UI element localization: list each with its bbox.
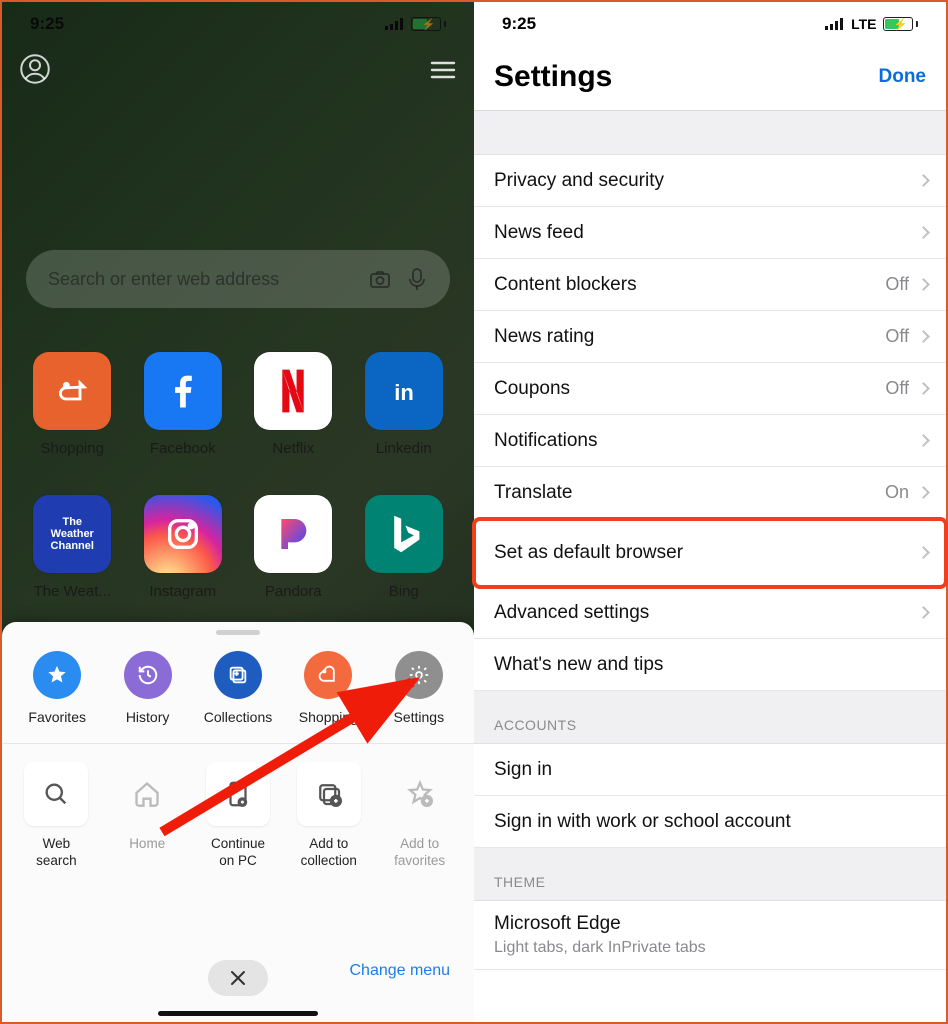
tools-row: Websearch Home Continueon PC Add tocolle… [2, 762, 474, 870]
app-linkedin[interactable]: in Linkedin [360, 352, 449, 457]
chevron-right-icon [917, 486, 930, 499]
row-whats-new[interactable]: What's new and tips [474, 639, 946, 691]
row-set-default-browser[interactable]: Set as default browser [474, 519, 946, 587]
search-bar[interactable]: Search or enter web address [26, 250, 450, 308]
row-advanced-settings[interactable]: Advanced settings [474, 587, 946, 639]
sheet-grabber[interactable] [216, 630, 260, 635]
home-indicator[interactable] [158, 1011, 318, 1016]
camera-icon[interactable] [368, 267, 392, 291]
theme-list: Microsoft Edge Light tabs, dark InPrivat… [474, 901, 946, 970]
settings-button[interactable]: Settings [376, 651, 462, 725]
row-coupons[interactable]: Coupons Off [474, 363, 946, 415]
continue-on-pc-button[interactable]: Continueon PC [198, 762, 279, 870]
section-header-accounts: ACCOUNTS [474, 691, 946, 744]
speed-dial-grid: Shopping Facebook Netflix in Linkedin Th… [28, 352, 448, 600]
app-instagram[interactable]: Instagram [139, 495, 228, 600]
value: Off [885, 326, 909, 347]
sheet-footer: Change menu [2, 948, 474, 1022]
app-netflix[interactable]: Netflix [249, 352, 338, 457]
status-time: 9:25 [502, 14, 536, 34]
settings-list: Privacy and security News feed Content b… [474, 155, 946, 691]
app-pandora[interactable]: Pandora [249, 495, 338, 600]
chevron-right-icon [917, 606, 930, 619]
close-sheet-button[interactable] [208, 960, 268, 996]
row-content-blockers[interactable]: Content blockers Off [474, 259, 946, 311]
row-privacy-security[interactable]: Privacy and security [474, 155, 946, 207]
history-button[interactable]: History [104, 651, 190, 725]
right-screen-settings: 9:25 LTE ⚡ Settings Done Privacy and sec… [474, 2, 946, 1022]
collections-button[interactable]: Collections [195, 651, 281, 725]
app-facebook[interactable]: Facebook [139, 352, 228, 457]
section-header-theme: THEME [474, 848, 946, 901]
microphone-icon[interactable] [406, 267, 428, 291]
row-notifications[interactable]: Notifications [474, 415, 946, 467]
divider [2, 743, 474, 744]
chevron-right-icon [917, 546, 930, 559]
favorites-button[interactable]: Favorites [14, 651, 100, 725]
add-to-collection-button[interactable]: Add tocollection [288, 762, 369, 870]
value: Off [885, 378, 909, 399]
change-menu-link[interactable]: Change menu [349, 962, 450, 980]
page-title: Settings [494, 60, 612, 94]
row-sign-in[interactable]: Sign in [474, 744, 946, 796]
row-sign-in-work[interactable]: Sign in with work or school account [474, 796, 946, 848]
close-icon [230, 970, 246, 986]
row-theme[interactable]: Microsoft Edge Light tabs, dark InPrivat… [474, 901, 946, 970]
chevron-right-icon [917, 330, 930, 343]
app-shopping[interactable]: Shopping [28, 352, 117, 457]
add-to-favorites-button[interactable]: Add tofavorites [379, 762, 460, 870]
menu-icon[interactable] [430, 60, 456, 85]
chevron-right-icon [917, 174, 930, 187]
battery-icon: ⚡ [883, 17, 919, 31]
shopping-button[interactable]: Shopping [285, 651, 371, 725]
bottom-sheet: Favorites History Collections Shopping S… [2, 622, 474, 1022]
status-bar-right: 9:25 LTE ⚡ [474, 2, 946, 46]
done-button[interactable]: Done [879, 66, 927, 88]
accounts-list: Sign in Sign in with work or school acco… [474, 744, 946, 848]
app-bing[interactable]: Bing [360, 495, 449, 600]
section-gap [474, 111, 946, 155]
chevron-right-icon [917, 278, 930, 291]
app-weather-channel[interactable]: TheWeatherChannel The Weat... [28, 495, 117, 600]
profile-avatar-icon[interactable] [20, 54, 50, 89]
value: On [885, 482, 909, 503]
search-placeholder: Search or enter web address [48, 269, 354, 290]
cellular-signal-icon [825, 18, 845, 30]
value: Off [885, 274, 909, 295]
row-news-feed[interactable]: News feed [474, 207, 946, 259]
network-label: LTE [851, 16, 876, 32]
web-search-button[interactable]: Websearch [16, 762, 97, 870]
row-news-rating[interactable]: News rating Off [474, 311, 946, 363]
row-translate[interactable]: Translate On [474, 467, 946, 519]
chevron-right-icon [917, 434, 930, 447]
quick-actions-row: Favorites History Collections Shopping S… [2, 641, 474, 743]
chevron-right-icon [917, 382, 930, 395]
svg-text:in: in [394, 380, 414, 405]
nav-bar: Settings Done [474, 46, 946, 111]
home-button[interactable]: Home [107, 762, 188, 870]
status-right: LTE ⚡ [825, 16, 918, 32]
chevron-right-icon [917, 226, 930, 239]
left-screen-browser-home: 9:25 ⚡ Search or enter web address Shopp… [2, 2, 474, 1022]
